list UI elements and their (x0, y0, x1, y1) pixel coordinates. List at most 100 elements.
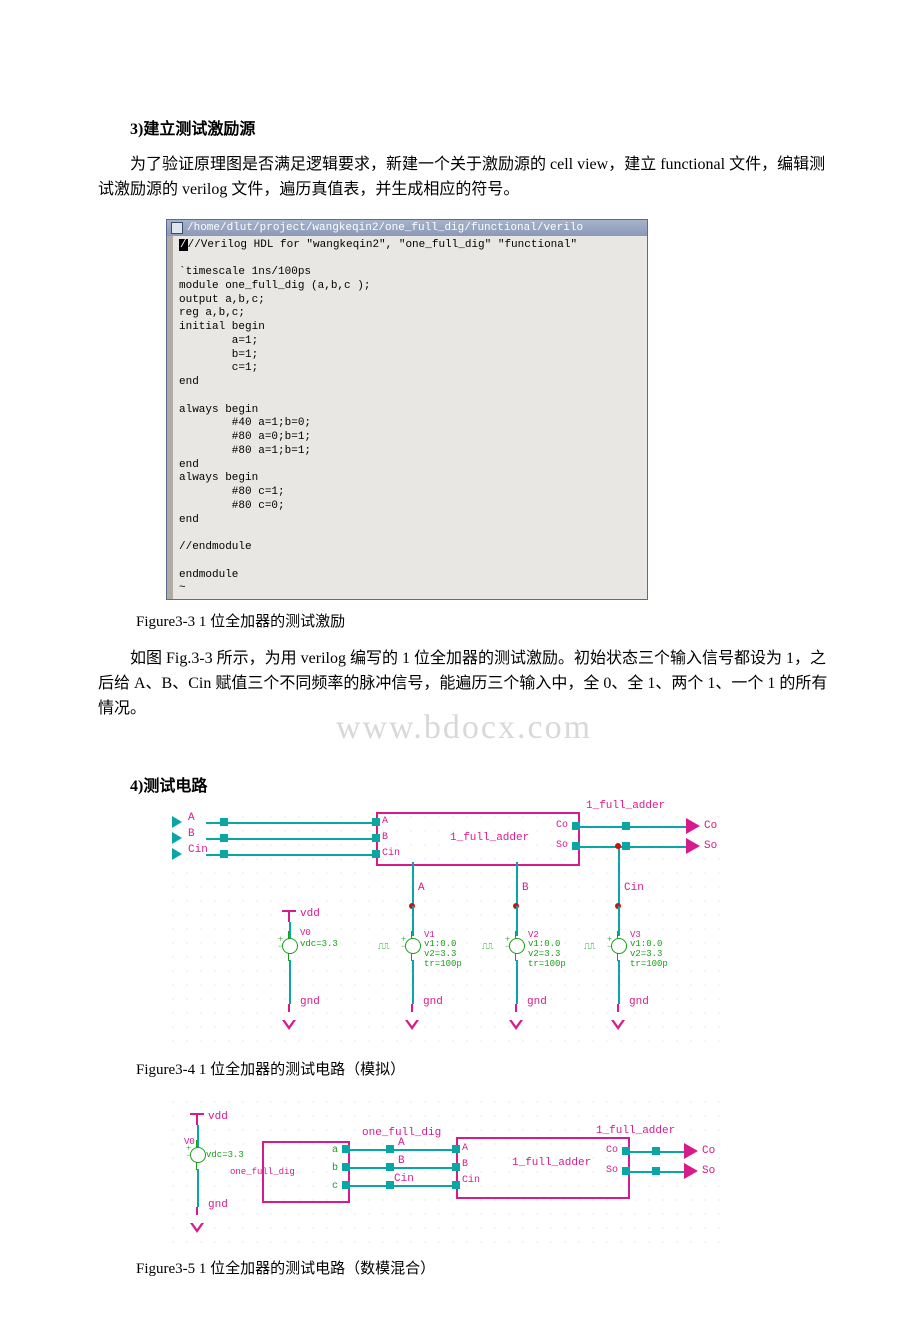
pin (652, 1147, 660, 1155)
adder-inst-label: 1_full_adder (596, 1125, 675, 1137)
v2-params: v1:0.0v2=3.3tr=100p (528, 940, 566, 970)
pin (372, 818, 380, 826)
gnd-label: gnd (527, 996, 547, 1008)
wire (346, 1167, 456, 1169)
v0-inst-label: V0 (300, 928, 311, 938)
input-label-b: B (188, 828, 195, 840)
pin (386, 1145, 394, 1153)
wire (618, 906, 620, 936)
gnd-label: gnd (300, 996, 320, 1008)
output-arrow-icon (686, 838, 700, 854)
section-3-paragraph: 为了验证原理图是否满足逻辑要求，新建一个关于激励源的 cell view，建立 … (98, 153, 830, 203)
input-label-cin: Cin (188, 844, 208, 856)
pin (652, 1167, 660, 1175)
input-pin-b-icon (172, 832, 182, 844)
block-port-so: So (556, 840, 568, 851)
wire (346, 1185, 456, 1187)
net-a-label: A (418, 882, 425, 894)
output-co: Co (702, 1145, 715, 1157)
schematic-fig-3-5: vdd +− V0 vdc=3.3 gnd one_full_dig one_f… (166, 1095, 726, 1247)
pin (372, 834, 380, 842)
output-so: So (702, 1165, 715, 1177)
wire (412, 906, 414, 936)
plus-minus-icon: +− (401, 936, 406, 950)
pin (220, 834, 228, 842)
wire (516, 960, 518, 1004)
pulse-waveform-icon: ⎍⎍ (482, 942, 493, 952)
wire (206, 822, 376, 824)
block-label: 1_full_adder (450, 832, 529, 844)
pin (452, 1163, 460, 1171)
junction-node (615, 843, 621, 849)
adder-port-so: So (606, 1165, 618, 1176)
pulse-waveform-icon: ⎍⎍ (378, 942, 389, 952)
plus-minus-icon: +− (607, 936, 612, 950)
plus-minus-icon: +− (278, 936, 283, 950)
block-port-a: A (382, 816, 388, 827)
pin (452, 1181, 460, 1189)
wire (618, 960, 620, 1004)
figure-3-5-caption: Figure3-5 1 位全加器的测试电路（数模混合） (136, 1257, 830, 1278)
pin (220, 818, 228, 826)
dig-port-b: b (332, 1163, 338, 1174)
net-b-label: B (522, 882, 529, 894)
gnd-symbol (509, 1004, 523, 1022)
block-port-co: Co (556, 820, 568, 831)
wire (206, 854, 376, 856)
code-text: `timescale 1ns/100ps module one_full_dig… (179, 266, 370, 594)
pin (622, 822, 630, 830)
wire (197, 1125, 199, 1147)
wire (618, 846, 620, 906)
vdd-label: vdd (208, 1111, 228, 1123)
vdd-symbol (282, 910, 296, 922)
plus-minus-icon: +− (186, 1145, 191, 1159)
figure-3-4-caption: Figure3-4 1 位全加器的测试电路（模拟） (136, 1058, 830, 1079)
dig-inst-label: one_full_dig (230, 1167, 295, 1177)
code-first-line: //Verilog HDL for "wangkeqin2", "one_ful… (188, 239, 577, 251)
gnd-symbol (190, 1207, 204, 1225)
section-3-heading: 3)建立测试激励源 (130, 115, 830, 139)
pulse-waveform-icon: ⎍⎍ (584, 942, 595, 952)
gnd-label: gnd (629, 996, 649, 1008)
wire (412, 862, 414, 906)
wire (516, 862, 518, 906)
wire (206, 838, 376, 840)
gnd-symbol (611, 1004, 625, 1022)
gnd-label: gnd (423, 996, 443, 1008)
output-arrow-icon (684, 1163, 698, 1179)
pin (622, 842, 630, 850)
gnd-label: gnd (208, 1199, 228, 1211)
input-label-a: A (188, 812, 195, 824)
gnd-symbol (282, 1004, 296, 1022)
input-pin-a-icon (172, 816, 182, 828)
pin (452, 1145, 460, 1153)
vdd-symbol (190, 1113, 204, 1125)
wire (346, 1149, 456, 1151)
pin (386, 1163, 394, 1171)
window-menu-icon (171, 222, 183, 234)
block-instance-label: 1_full_adder (586, 800, 665, 812)
output-label-so: So (704, 840, 717, 852)
wire (197, 1169, 199, 1207)
wire (576, 846, 686, 848)
adder-port-a: A (462, 1143, 468, 1154)
dig-port-c: c (332, 1181, 338, 1192)
code-body: ///Verilog HDL for "wangkeqin2", "one_fu… (167, 236, 647, 600)
adder-port-cin: Cin (462, 1175, 480, 1186)
wire (289, 960, 291, 1004)
plus-minus-icon: +− (505, 936, 510, 950)
wire (412, 960, 414, 1004)
section-4-heading: 4)测试电路 (130, 772, 830, 796)
v1-params: v1:0.0v2=3.3tr=100p (424, 940, 462, 970)
output-label-co: Co (704, 820, 717, 832)
input-pin-cin-icon (172, 848, 182, 860)
adder-port-co: Co (606, 1145, 618, 1156)
code-window-titlebar: /home/dlut/project/wangkeqin2/one_full_d… (167, 220, 647, 236)
output-arrow-icon (684, 1143, 698, 1159)
adder-port-b: B (462, 1159, 468, 1170)
wire (289, 922, 291, 938)
pin (386, 1181, 394, 1189)
figure-3-3-caption: Figure3-3 1 位全加器的测试激励 (136, 610, 830, 631)
block-port-cin: Cin (382, 848, 400, 859)
figure-3-3-explain: 如图 Fig.3-3 所示，为用 verilog 编写的 1 位全加器的测试激励… (98, 647, 830, 721)
